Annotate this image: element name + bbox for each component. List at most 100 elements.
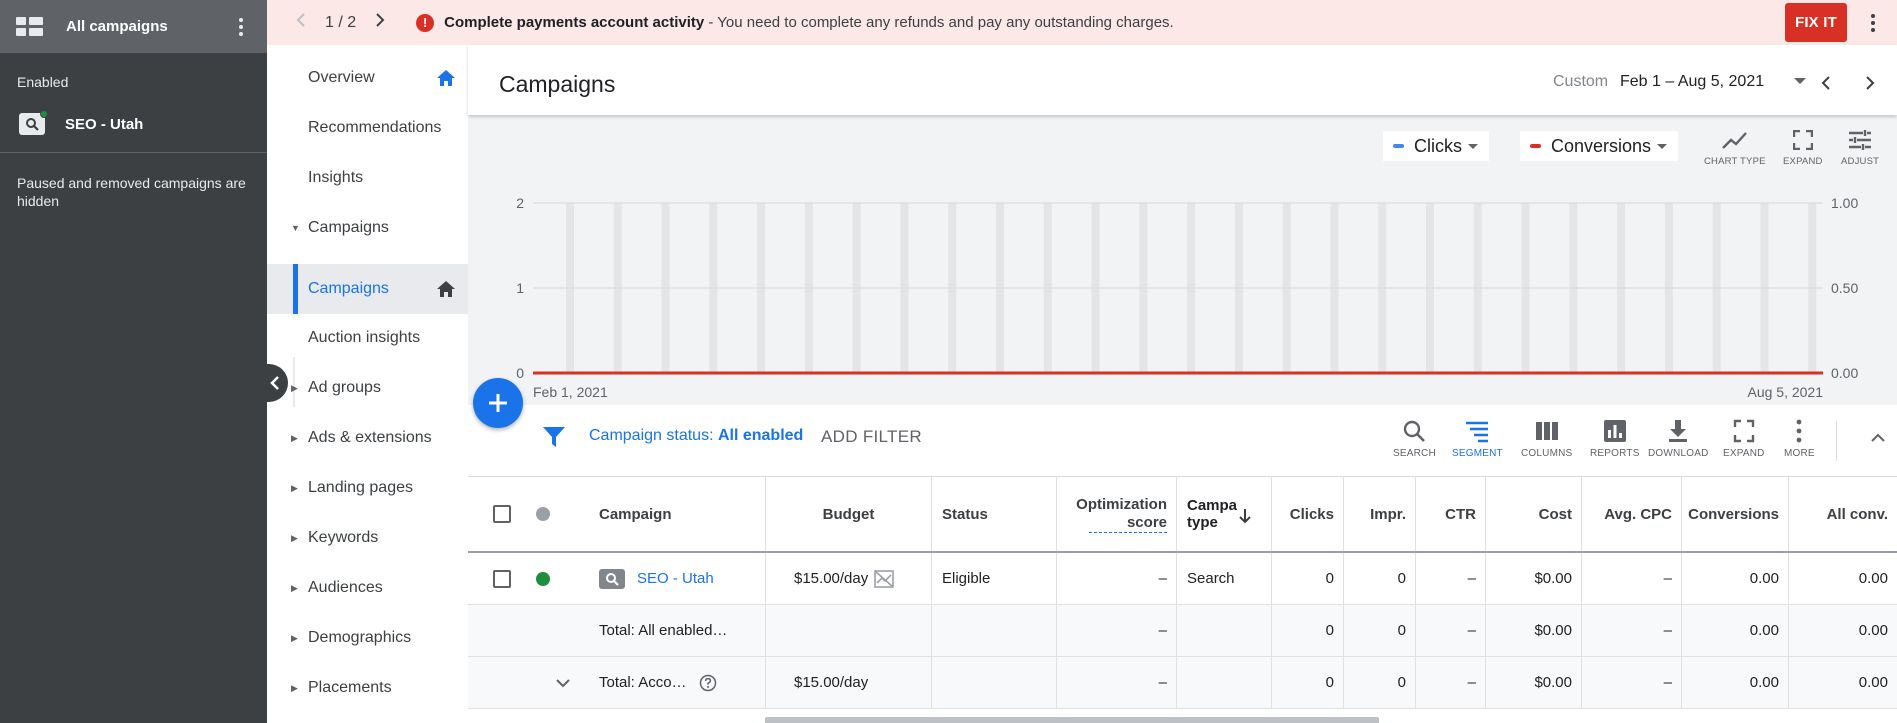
enabled-status-dot[interactable] xyxy=(536,571,550,586)
col-campaign-type[interactable]: Campa type xyxy=(1176,477,1271,551)
more-vert-icon[interactable] xyxy=(231,17,251,36)
account-panel-header: All campaigns xyxy=(0,0,267,53)
chart-off-icon[interactable] xyxy=(874,569,895,588)
segment-icon xyxy=(1466,421,1489,443)
nav-overview[interactable]: Overview xyxy=(267,53,468,103)
chart-adjust-button[interactable]: ADJUST xyxy=(1841,130,1879,167)
row-conversions: 0.00 xyxy=(1681,553,1788,604)
add-campaign-button[interactable] xyxy=(473,378,523,428)
col-impr[interactable]: Impr. xyxy=(1343,477,1415,551)
next-alert-chevron-icon[interactable] xyxy=(370,13,390,32)
error-icon: ! xyxy=(416,13,435,32)
table-search-button[interactable]: SEARCH xyxy=(1393,419,1436,459)
metric-selector-clicks[interactable]: Clicks xyxy=(1383,131,1489,161)
row-clicks: 0 xyxy=(1271,553,1343,604)
col-ctr[interactable]: CTR xyxy=(1415,477,1485,551)
nav-demographics[interactable]: ▶ Demographics xyxy=(267,613,468,663)
horizontal-scrollbar[interactable] xyxy=(765,717,1379,723)
nav-audiences[interactable]: ▶ Audiences xyxy=(267,563,468,613)
chevron-left-icon xyxy=(270,376,279,390)
col-cost[interactable]: Cost xyxy=(1485,477,1581,551)
col-status[interactable]: Status xyxy=(931,477,1056,551)
campaign-status-filter[interactable]: Campaign status: All enabled xyxy=(589,427,803,445)
col-campaign[interactable]: Campaign xyxy=(599,477,759,551)
row-checkbox[interactable] xyxy=(493,569,511,588)
campaign-name-link[interactable]: SEO - Utah xyxy=(637,570,714,587)
nav-ad-groups[interactable]: ▶ Ad groups xyxy=(267,363,468,413)
reports-button[interactable]: REPORTS xyxy=(1590,419,1640,459)
chart-line-icon xyxy=(1721,132,1747,149)
chevron-down-icon[interactable] xyxy=(555,678,571,688)
add-filter-button[interactable]: ADD FILTER xyxy=(821,427,922,447)
col-all-conv[interactable]: All conv. xyxy=(1788,477,1897,551)
total-clicks: 0 xyxy=(1271,605,1343,656)
nav-placements[interactable]: ▶ Placements xyxy=(267,663,468,713)
col-conversions[interactable]: Conversions xyxy=(1681,477,1788,551)
metric-selector-conversions[interactable]: Conversions xyxy=(1520,131,1678,161)
total-impr: 0 xyxy=(1343,605,1415,656)
account-campaign-item[interactable]: SEO - Utah xyxy=(19,110,143,135)
table-expand-button[interactable]: EXPAND xyxy=(1723,419,1765,459)
chart-type-button[interactable]: CHART TYPE xyxy=(1704,130,1766,167)
total-conversions: 0.00 xyxy=(1681,605,1788,656)
prev-alert-chevron-icon[interactable] xyxy=(291,13,311,32)
fix-it-button[interactable]: FIX IT xyxy=(1784,3,1847,42)
campaigns-grid-icon[interactable] xyxy=(16,16,43,37)
chart-expand-button[interactable]: EXPAND xyxy=(1783,130,1823,167)
chart-canvas: 0 0.00 1 0.50 2 1.00 Feb 1, 2021 Aug 5, 2021 xyxy=(516,195,1858,400)
nav-campaigns[interactable]: Campaigns xyxy=(267,264,468,314)
table-header-row: Campaign Budget Status Optimization scor… xyxy=(468,477,1897,553)
col-optimization-score[interactable]: Optimization score xyxy=(1056,477,1176,551)
columns-icon xyxy=(1535,422,1558,440)
caret-right-icon: ▶ xyxy=(291,682,298,693)
caret-right-icon: ▶ xyxy=(291,432,298,443)
nav-auction-insights[interactable]: Auction insights xyxy=(267,313,468,363)
segment-button[interactable]: SEGMENT xyxy=(1452,419,1503,459)
tune-icon xyxy=(1849,130,1872,150)
more-button[interactable]: MORE xyxy=(1784,419,1815,459)
alert-pager-text: 1 / 2 xyxy=(325,13,357,31)
dropdown-arrow-icon[interactable] xyxy=(1793,77,1807,85)
caret-right-icon: ▶ xyxy=(291,382,298,393)
filter-label: Campaign status: xyxy=(589,427,718,444)
total-all-conv: 0.00 xyxy=(1788,657,1897,708)
columns-button[interactable]: COLUMNS xyxy=(1521,419,1572,459)
toolbar-label: REPORTS xyxy=(1590,448,1640,459)
select-all-checkbox[interactable] xyxy=(493,505,511,523)
toolbar-divider xyxy=(1836,421,1837,461)
series-swatch xyxy=(1530,144,1541,148)
alert-more-vert-icon[interactable] xyxy=(1863,13,1883,32)
expand-label: EXPAND xyxy=(1783,156,1823,167)
filter-icon[interactable] xyxy=(542,425,566,449)
fullscreen-icon xyxy=(1733,419,1754,443)
chevron-right-icon[interactable] xyxy=(1864,75,1876,91)
nav-landing-pages[interactable]: ▶ Landing pages xyxy=(267,463,468,513)
col-avg-cpc[interactable]: Avg. CPC xyxy=(1581,477,1681,551)
page-menu: Overview Recommendations Insights ▼ Camp… xyxy=(267,45,468,723)
download-button[interactable]: DOWNLOAD xyxy=(1648,419,1709,459)
row-campaign-cell: SEO - Utah xyxy=(599,553,765,604)
nav-ads-extensions[interactable]: ▶ Ads & extensions xyxy=(267,413,468,463)
sort-arrow-down-icon[interactable] xyxy=(1238,508,1252,524)
nav-keywords[interactable]: ▶ Keywords xyxy=(267,513,468,563)
nav-insights[interactable]: Insights xyxy=(267,153,468,203)
row-cost: $0.00 xyxy=(1485,553,1581,604)
row-budget-cell: $15.00/day xyxy=(765,553,931,604)
chevron-left-icon[interactable] xyxy=(1820,75,1832,91)
nav-campaigns-group[interactable]: ▼ Campaigns xyxy=(267,203,468,253)
row-impr: 0 xyxy=(1343,553,1415,604)
col-clicks[interactable]: Clicks xyxy=(1271,477,1343,551)
status-filter-dot[interactable] xyxy=(536,507,550,521)
col-label: Optimization xyxy=(1076,495,1167,513)
chevron-up-icon[interactable] xyxy=(1870,433,1886,443)
row-avg-cpc: – xyxy=(1581,553,1681,604)
nav-recommendations[interactable]: Recommendations xyxy=(267,103,468,153)
date-range-picker[interactable]: Feb 1 – Aug 5, 2021 xyxy=(1620,73,1764,91)
table-row[interactable]: SEO - Utah $15.00/day Eligible – Search … xyxy=(468,553,1897,605)
help-icon[interactable] xyxy=(699,674,717,692)
date-mode-label: Custom xyxy=(1553,73,1609,90)
left-tick-label: 1 xyxy=(516,280,524,296)
col-budget[interactable]: Budget xyxy=(765,477,931,551)
adjust-label: ADJUST xyxy=(1841,156,1880,167)
expand-total-cell xyxy=(524,657,576,708)
